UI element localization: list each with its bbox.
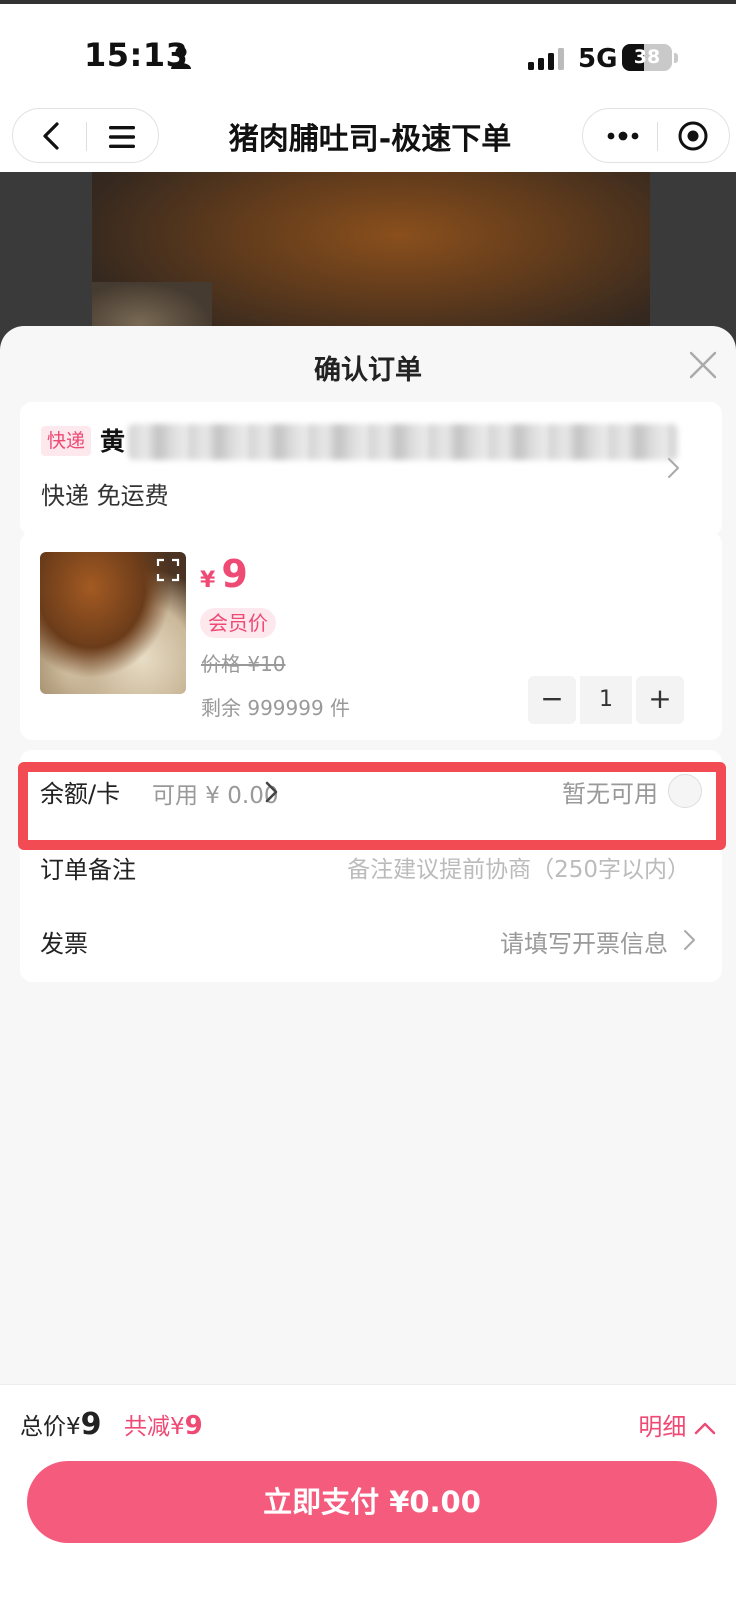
discount-total: 共减¥9 (124, 1407, 203, 1441)
pay-now-button[interactable]: 立即支付 ¥0.00 (27, 1461, 717, 1543)
delivery-tag: 快递 (41, 426, 92, 456)
nav-right-capsule (582, 108, 730, 163)
expand-icon[interactable] (156, 558, 180, 582)
battery-icon: 38 (622, 44, 672, 71)
total-symbol: ¥ (66, 1414, 81, 1440)
remark-input[interactable]: 备注建议提前协商（250字以内） (347, 850, 690, 884)
discount-symbol: ¥ (170, 1414, 185, 1440)
nav-left-capsule (12, 108, 159, 163)
menu-icon[interactable] (107, 122, 137, 152)
total-price: 总价¥9 (20, 1407, 102, 1442)
total-amount: 9 (80, 1407, 102, 1442)
redacted-address (128, 424, 678, 460)
discount-label: 共减 (124, 1414, 170, 1440)
pay-amount: ¥0.00 (389, 1485, 481, 1519)
checkout-bar: 总价¥9 共减¥9 明细 立即支付 ¥0.00 (0, 1384, 736, 1612)
close-miniprogram-icon[interactable] (677, 120, 709, 152)
remark-label: 订单备注 (40, 856, 136, 884)
battery-percent: 38 (633, 46, 661, 68)
product-thumbnail[interactable] (40, 552, 186, 694)
nav-bar: 猪肉脯吐司-极速下单 (0, 100, 736, 172)
page-title: 猪肉脯吐司-极速下单 (228, 122, 512, 157)
invoice-label: 发票 (40, 930, 88, 958)
delivery-info: 快递 免运费 (41, 482, 169, 510)
chevron-right-icon (668, 458, 679, 478)
goods-card: ¥9 会员价 价格 ¥10 剩余 999999 件 − 1 + (20, 532, 722, 740)
member-price-tag: 会员价 (200, 608, 276, 638)
increase-button[interactable]: + (636, 676, 684, 724)
pay-label: 立即支付 (263, 1485, 380, 1519)
product-price: ¥9 (200, 552, 248, 596)
stock-count: 剩余 999999 件 (201, 696, 351, 720)
sheet-title: 确认订单 (314, 355, 422, 386)
close-icon[interactable] (688, 350, 718, 380)
decrease-button[interactable]: − (528, 676, 576, 724)
recipient-name: 黄 (100, 427, 126, 456)
quantity-value[interactable]: 1 (580, 676, 632, 724)
address-card[interactable]: 快递 黄 快递 免运费 (20, 402, 722, 536)
back-icon[interactable] (37, 121, 67, 151)
total-label: 总价 (20, 1414, 66, 1440)
product-background-image (0, 172, 736, 352)
price-symbol: ¥ (200, 568, 216, 593)
chevron-up-icon (694, 1422, 716, 1435)
original-price: 价格 ¥10 (201, 652, 286, 676)
discount-amount: 9 (184, 1411, 203, 1441)
detail-label: 明细 (638, 1413, 687, 1441)
detail-toggle[interactable]: 明细 (638, 1407, 716, 1442)
network-label: 5G (578, 44, 618, 74)
invoice-value: 请填写开票信息 (500, 930, 668, 958)
chevron-right-icon (684, 930, 695, 950)
highlight-box (18, 762, 726, 850)
signal-icon (528, 48, 564, 70)
more-icon[interactable] (605, 122, 641, 150)
invoice-row[interactable]: 发票 请填写开票信息 (20, 904, 722, 974)
status-bar: 15:13 5G 38 (0, 0, 736, 100)
person-icon (171, 46, 191, 69)
price-value: 9 (221, 552, 248, 596)
